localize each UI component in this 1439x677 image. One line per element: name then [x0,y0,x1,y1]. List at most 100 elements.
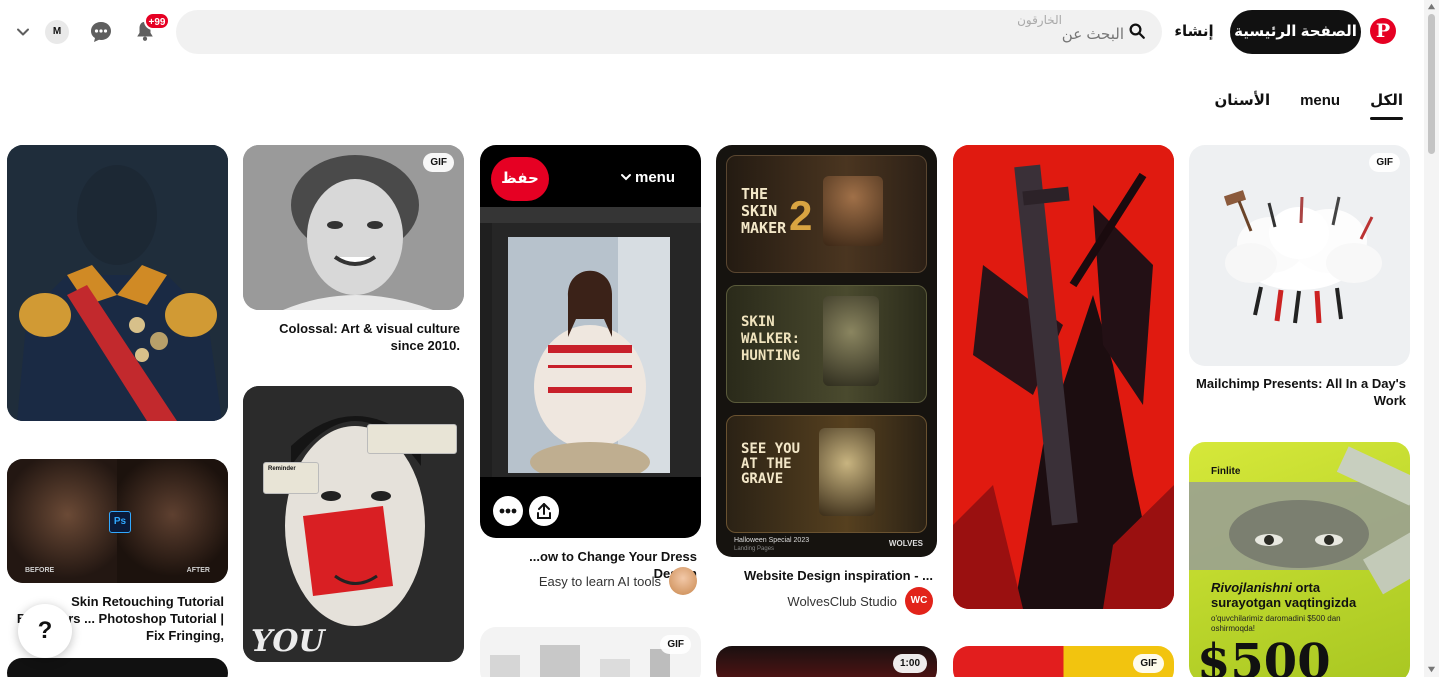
notifications-badge: +99 [144,12,170,30]
pin-architecture[interactable]: GIF [480,627,701,677]
share-icon [537,503,551,519]
pin-creator[interactable]: Easy to learn AI tools [539,567,697,595]
money-illustration: $500 [1189,446,1410,677]
before-label: BEFORE [25,567,55,574]
board-select-label: menu [634,169,675,186]
create-button[interactable]: إنشاء [1168,10,1220,54]
pin-mailchimp[interactable]: GIF Mailchimp Presents: All In a Day's W… [1189,145,1410,415]
creator-avatar[interactable] [669,567,697,595]
chevron-down-icon [620,174,631,181]
more-options-button[interactable] [493,496,523,526]
landing-screen-3: SEE YOU AT THE GRAVE [726,415,927,533]
pin-hover-overlay: حفظ menu [480,145,701,215]
pin-red-warrior[interactable] [953,145,1174,609]
creator-name[interactable]: WolvesClub Studio [787,594,897,609]
scroll-down-icon[interactable] [1427,665,1436,674]
candles-art [823,176,883,246]
screen-footer-title: Halloween Special 2023 [734,537,810,544]
pin-title[interactable]: Website Design inspiration - ... [716,567,937,584]
pin-dress-design[interactable]: حفظ menu ...ow to Change Your Dress Desi… [480,145,701,600]
pin-colossal[interactable]: GIF Colossal: Art & visual culture since… [243,145,464,365]
scrollbar-thumb[interactable] [1428,14,1435,154]
pin-finlite[interactable]: $500 Finlite Rivojlanishni orta surayotg… [1189,442,1410,677]
landing-screen-1: THE SKIN MAKER 2 [726,155,927,273]
pin-image[interactable]: Reminder YOU [243,386,464,662]
messages-icon[interactable] [89,20,113,44]
woman-in-sweater-photo [508,237,670,473]
search-input[interactable]: الخارقون البحث عن [176,10,1162,54]
creator-avatar[interactable]: WC [905,587,933,615]
pin-image[interactable]: $500 Finlite Rivojlanishni orta surayotg… [1189,442,1410,677]
finlite-logo: Finlite [1211,466,1241,477]
before-panel [7,459,117,583]
pin-website-design[interactable]: THE SKIN MAKER 2 SKIN WALKER: HUNTING SE… [716,145,937,619]
pin-image[interactable] [7,145,228,421]
photoshop-tools [480,223,492,477]
pin-image[interactable]: GIF [480,627,701,677]
screen-footer-brand: WOLVES [888,539,923,548]
warrior-illustration [953,145,1174,609]
pin-image[interactable]: حفظ menu [480,145,701,538]
board-tabs: الكل menu الأسنان [1214,84,1403,124]
reaper-art [819,428,875,516]
pin-title[interactable]: Mailchimp Presents: All In a Day's Work [1189,375,1410,409]
menu-popup [367,424,457,454]
page-scrollbar[interactable] [1424,0,1439,677]
gif-badge: GIF [1369,153,1400,172]
screen-number: 2 [789,192,813,239]
more-options-icon [499,508,517,514]
photo-canvas [508,237,670,473]
after-label: AFTER [186,567,210,574]
cloud-illustration [1223,190,1382,324]
search-icon [1129,23,1145,39]
antlers-art [823,296,879,386]
reminder-popup: Reminder [263,462,319,494]
pin-portrait-painting[interactable] [7,145,228,421]
video-duration-badge: 1:00 [892,654,927,673]
pin-image[interactable]: THE SKIN MAKER 2 SKIN WALKER: HUNTING SE… [716,145,937,557]
help-button[interactable]: ? [18,604,72,658]
gif-badge: GIF [660,635,691,654]
pin-image[interactable]: GIF [243,145,464,310]
pin-image[interactable]: GIF [1189,145,1410,366]
screen-footer-sub: Landing Pages [734,546,775,552]
reminder-title: Reminder [268,466,296,472]
pin-you-collage[interactable]: Reminder YOU [243,386,464,666]
top-navigation-bar: P الصفحة الرئيسية إنشاء الخارقون البحث ع… [0,0,1439,64]
pin-creator[interactable]: WC WolvesClub Studio [787,587,933,615]
gif-badge: GIF [423,153,454,172]
svg-text:$500: $500 [1197,634,1331,677]
pin-image[interactable] [7,658,228,677]
pin-dark-bottom[interactable] [7,658,228,677]
headline-italic: Rivojlanishni [1211,580,1292,595]
profile-avatar[interactable]: M [45,20,69,44]
pinterest-logo-icon[interactable]: P [1370,18,1396,44]
board-select-dropdown[interactable]: menu [620,169,675,186]
scroll-up-icon[interactable] [1427,2,1436,11]
pin-image[interactable]: 1:00 [716,646,937,677]
pin-image[interactable]: GIF [953,646,1174,677]
pin-yellow-promo[interactable]: GIF [953,646,1174,677]
home-button[interactable]: الصفحة الرئيسية [1230,10,1361,54]
collage-big-text: YOU [251,624,325,659]
share-button[interactable] [529,496,559,526]
tab-all[interactable]: الكل [1370,84,1403,120]
screen-headline: SKIN WALKER: HUNTING [741,314,801,364]
save-button[interactable]: حفظ [491,157,549,201]
pin-image[interactable] [953,145,1174,609]
tab-menu[interactable]: menu [1300,84,1340,120]
pin-video[interactable]: 1:00 [716,646,937,677]
finlite-sub: o'quvchilarimiz daromadini $500 dan oshi… [1211,614,1341,633]
tab-teeth[interactable]: الأسنان [1214,84,1270,120]
pin-image[interactable]: Ps BEFORE AFTER [7,459,228,583]
after-panel [117,459,228,583]
landing-screen-2: SKIN WALKER: HUNTING [726,285,927,403]
military-portrait-painting [7,145,228,421]
pin-title[interactable]: Colossal: Art & visual culture since 201… [243,320,464,354]
chevron-down-icon[interactable] [15,24,31,40]
search-suggestion-text: الخارقون [1017,13,1062,27]
creator-name[interactable]: Easy to learn AI tools [539,574,661,589]
search-placeholder: البحث عن [1061,26,1124,43]
photoshop-logo: Ps [109,511,131,533]
finlite-headline: Rivojlanishni orta surayotgan vaqtingizd… [1211,580,1391,610]
